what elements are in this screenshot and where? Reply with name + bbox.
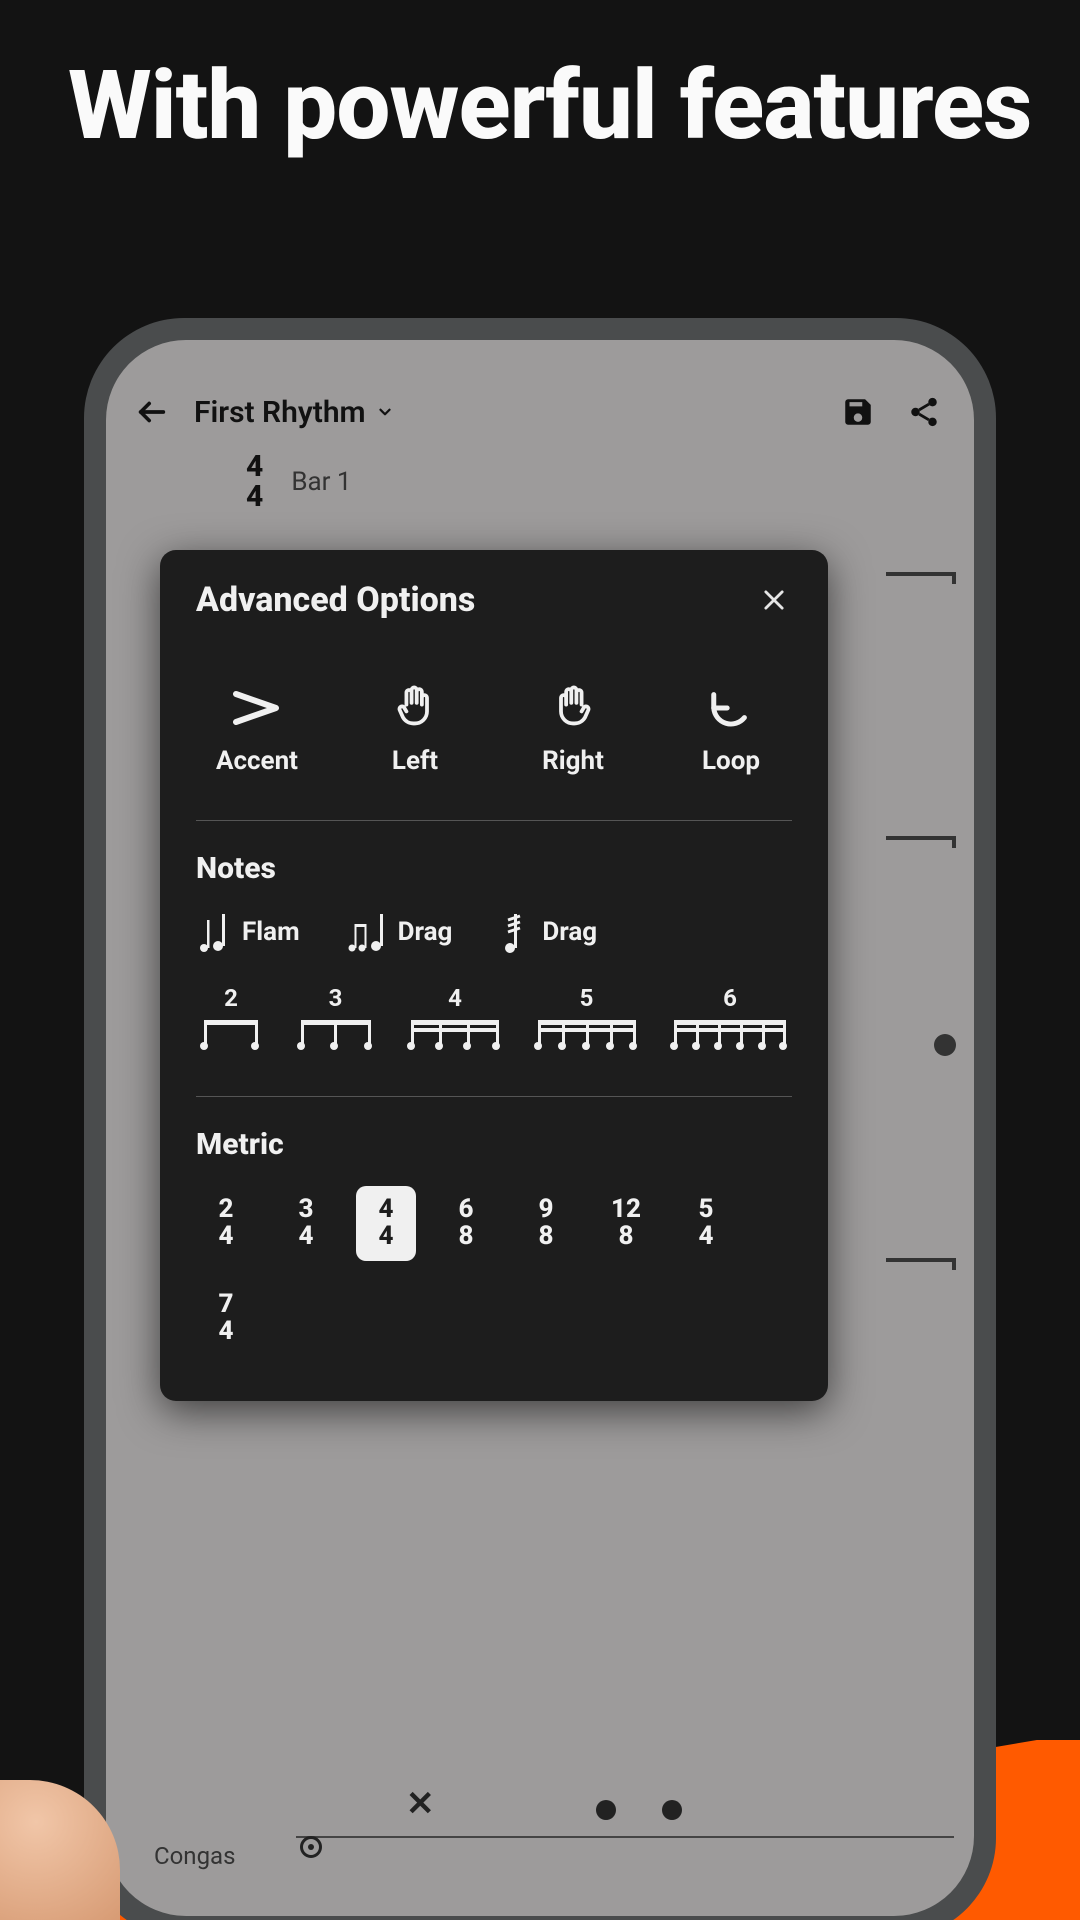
phone-frame: First Rhythm 4 4 Bar 1 <box>84 318 996 1920</box>
marketing-headline: With powerful features <box>68 55 1031 159</box>
phone-screen: First Rhythm 4 4 Bar 1 <box>106 340 974 1916</box>
